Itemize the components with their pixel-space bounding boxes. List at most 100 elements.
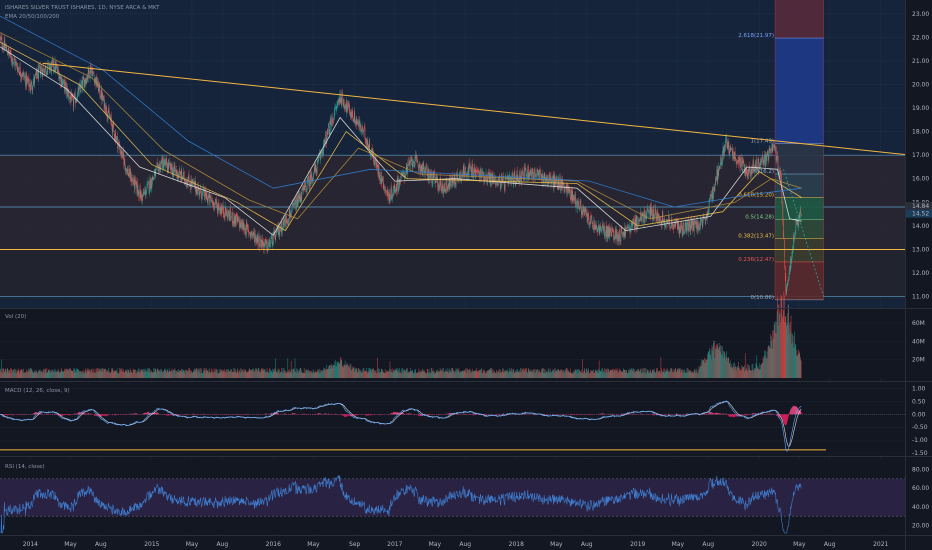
candle-body xyxy=(139,196,140,198)
candle-body xyxy=(774,143,775,148)
candle-body xyxy=(585,207,586,214)
candle-body xyxy=(597,229,599,231)
candle-body xyxy=(209,195,211,202)
candle-body xyxy=(555,179,557,186)
candle-body xyxy=(569,189,571,199)
candle-body xyxy=(344,107,346,109)
candle-body xyxy=(794,233,796,240)
candle-body xyxy=(564,189,566,192)
candle-body xyxy=(254,236,256,242)
fib-level-label: 0.236(12.47) xyxy=(738,257,774,263)
candle-body xyxy=(622,236,624,237)
candle-body xyxy=(223,212,224,214)
candle-body xyxy=(724,148,726,151)
candle-body xyxy=(573,196,574,201)
candle-body xyxy=(113,131,115,138)
candle-body xyxy=(714,186,716,192)
price-tick-label: 19.00 xyxy=(912,105,929,112)
fib-band xyxy=(775,261,824,300)
candle-body xyxy=(361,129,362,133)
candle-body xyxy=(363,129,364,133)
indicator-label: EMA 20/50/100/200 xyxy=(5,14,60,20)
candle-body xyxy=(472,163,473,170)
candle-body xyxy=(536,176,537,177)
candle-body xyxy=(632,223,634,227)
candle-body xyxy=(169,162,170,165)
candle-body xyxy=(423,163,425,166)
candle-body xyxy=(343,100,345,107)
candle-body xyxy=(44,72,45,75)
candle-body xyxy=(218,205,220,212)
candle-body xyxy=(476,169,478,171)
candle-body xyxy=(414,165,415,167)
candle-body xyxy=(741,158,742,166)
candle-body xyxy=(473,177,474,179)
candle-body xyxy=(800,212,802,216)
candle-body xyxy=(700,219,702,222)
candle-body xyxy=(147,181,149,183)
candle-body xyxy=(407,169,408,175)
candle-body xyxy=(438,182,440,190)
candle-body xyxy=(304,183,306,185)
candle-body xyxy=(130,173,132,183)
candle-body xyxy=(93,75,95,77)
candle-body xyxy=(785,276,787,292)
candle-body xyxy=(687,222,688,230)
candle-body xyxy=(384,187,386,189)
fib-level-label: 0(10.86) xyxy=(750,295,774,301)
candle-body xyxy=(619,230,620,238)
candle-body xyxy=(392,194,393,199)
candle-body xyxy=(569,187,570,193)
candle-body xyxy=(99,94,101,97)
candle-body xyxy=(665,224,667,227)
candle-body xyxy=(757,162,759,171)
candle-body xyxy=(610,228,612,234)
candle-body xyxy=(327,132,329,135)
candle-body xyxy=(539,169,541,172)
candle-body xyxy=(504,178,506,189)
candle-body xyxy=(656,219,657,221)
candle-body xyxy=(304,184,305,191)
candle-body xyxy=(1,37,3,47)
candle-body xyxy=(260,243,261,248)
candle-body xyxy=(296,202,297,210)
candle-body xyxy=(96,75,98,87)
price-tick-label: 16.00 xyxy=(912,176,929,183)
candle-body xyxy=(496,183,497,184)
candle-body xyxy=(783,236,785,239)
candle-body xyxy=(16,63,18,68)
chart-stage[interactable]: 1(17.49)0.786(16.2)0.618(15.20)0.5(14.28… xyxy=(0,0,932,550)
candle-body xyxy=(336,104,338,106)
candle-body xyxy=(401,173,403,174)
candle-body xyxy=(728,141,730,153)
candle-body xyxy=(575,205,577,208)
candle-body xyxy=(69,98,70,100)
candle-body xyxy=(628,227,630,229)
candle-body xyxy=(73,100,75,107)
candle-body xyxy=(382,176,384,187)
candle-body xyxy=(715,178,717,180)
candle-body xyxy=(603,228,604,232)
candle-body xyxy=(235,215,237,224)
candle-body xyxy=(30,83,32,91)
candle-body xyxy=(784,267,786,278)
candle-body xyxy=(783,239,785,258)
candle-body xyxy=(151,183,153,189)
candle-body xyxy=(336,106,337,110)
candle-body xyxy=(590,215,591,224)
candle-body xyxy=(312,178,313,181)
candle-body xyxy=(82,80,84,89)
candle-body xyxy=(416,155,418,160)
candle-body xyxy=(279,232,280,237)
candle-body xyxy=(510,178,511,181)
candle-body xyxy=(460,171,461,180)
candle-body xyxy=(358,121,359,126)
candle-body xyxy=(664,219,666,226)
fib-band xyxy=(775,219,824,239)
candle-body xyxy=(594,221,595,229)
candle-body xyxy=(625,228,627,230)
candle-body xyxy=(75,101,76,103)
candle-body xyxy=(604,226,605,236)
candle-body xyxy=(532,168,533,171)
candle-body xyxy=(379,175,381,181)
